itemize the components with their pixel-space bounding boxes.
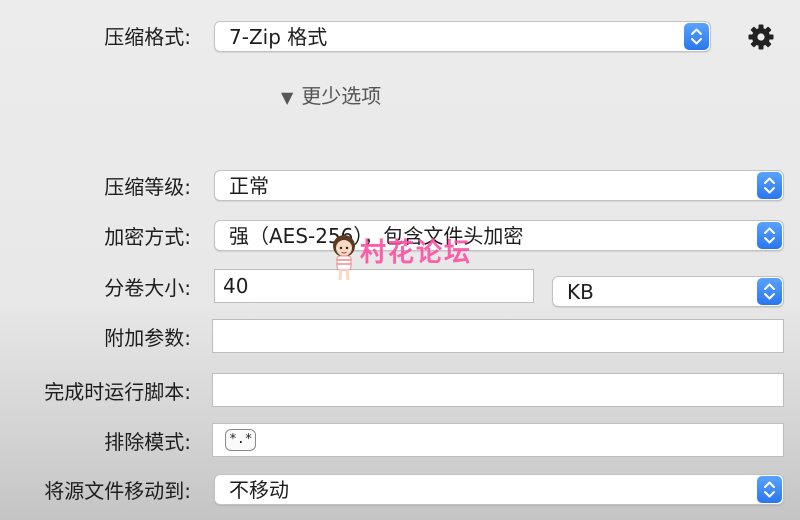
chevron-updown-icon <box>757 172 782 199</box>
move-source-value: 不移动 <box>229 478 289 502</box>
format-label: 压缩格式: <box>104 25 191 49</box>
format-value: 7-Zip 格式 <box>229 25 328 49</box>
format-select[interactable]: 7-Zip 格式 <box>214 21 711 52</box>
level-value: 正常 <box>229 174 269 198</box>
post-script-label: 完成时运行脚本: <box>44 380 191 404</box>
level-label: 压缩等级: <box>104 175 191 199</box>
split-label: 分卷大小: <box>104 276 191 300</box>
encryption-select[interactable]: 强（AES-256），包含文件头加密 <box>214 220 784 251</box>
split-unit-select[interactable]: KB <box>552 276 784 307</box>
watermark-text: 村花论坛 <box>360 238 473 268</box>
extra-params-input[interactable] <box>212 319 784 353</box>
level-select[interactable]: 正常 <box>214 170 784 201</box>
exclude-token[interactable]: *.* <box>225 429 257 451</box>
fewer-options-label: 更少选项 <box>301 84 382 108</box>
girl-mascot-icon <box>333 235 355 281</box>
fewer-options-toggle[interactable]: ▼ 更少选项 <box>281 84 381 110</box>
extra-params-label: 附加参数: <box>104 326 191 350</box>
chevron-updown-icon <box>757 222 782 249</box>
watermark: 村花论坛 <box>326 232 486 286</box>
chevron-updown-icon <box>757 476 782 503</box>
move-source-label: 将源文件移动到: <box>44 479 191 503</box>
split-size-value: 40 <box>223 274 249 298</box>
chevron-updown-icon <box>684 23 709 50</box>
exclude-label: 排除模式: <box>104 430 191 454</box>
gear-icon[interactable] <box>746 22 776 52</box>
post-script-input[interactable] <box>212 373 784 407</box>
split-unit-value: KB <box>567 280 594 304</box>
triangle-down-icon: ▼ <box>281 88 294 107</box>
move-source-select[interactable]: 不移动 <box>214 474 784 505</box>
exclude-token-field[interactable]: *.* <box>212 423 784 457</box>
encryption-label: 加密方式: <box>104 225 191 249</box>
chevron-updown-icon <box>757 278 782 305</box>
